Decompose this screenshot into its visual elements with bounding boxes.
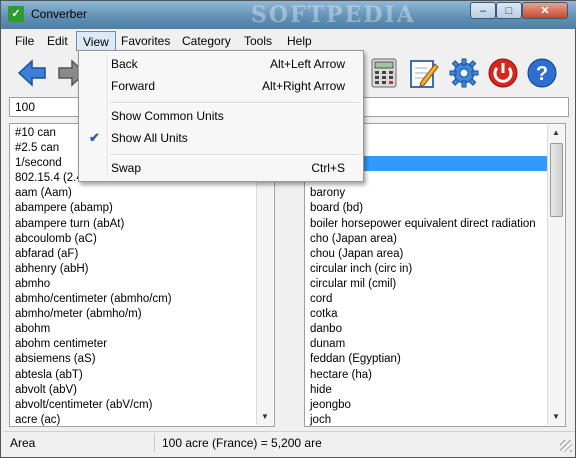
list-item[interactable]: chou (Japan area) xyxy=(307,247,552,262)
list-item[interactable]: aam (Aam) xyxy=(12,186,257,201)
list-item[interactable]: cord xyxy=(307,292,552,307)
scroll-up-icon[interactable]: ▲ xyxy=(548,125,564,141)
menu-item-shortcut: Alt+Right Arrow xyxy=(261,79,345,93)
list-item[interactable]: abtesla (abT) xyxy=(12,368,257,383)
list-item[interactable]: abmho/centimeter (abmho/cm) xyxy=(12,292,257,307)
menu-separator xyxy=(111,154,359,156)
menu-item-swap[interactable]: Swap Ctrl+S xyxy=(81,157,361,179)
status-result: 100 acre (France) = 5,200 are xyxy=(162,436,322,450)
list-item[interactable]: absiemens (aS) xyxy=(12,352,257,367)
resize-grip[interactable] xyxy=(560,440,572,452)
list-item[interactable]: abohm xyxy=(12,322,257,337)
menu-help[interactable]: Help xyxy=(281,31,318,51)
watermark: SOFTPEDIA xyxy=(251,2,416,28)
list-item[interactable]: abampere (abamp) xyxy=(12,201,257,216)
app-window: ✓ Converber SOFTPEDIA – □ ✕ File Edit Vi… xyxy=(0,0,576,458)
list-item[interactable]: cho (Japan area) xyxy=(307,232,552,247)
minimize-button[interactable]: – xyxy=(470,2,496,19)
list-item[interactable]: cotka xyxy=(307,307,552,322)
menu-file[interactable]: File xyxy=(9,31,40,51)
scroll-down-icon[interactable]: ▼ xyxy=(548,409,564,425)
notepad-pencil-icon[interactable] xyxy=(407,56,441,90)
menu-item-show-all-units[interactable]: ✔ Show All Units xyxy=(81,127,361,149)
gear-icon[interactable] xyxy=(447,56,481,90)
title-bar[interactable]: ✓ Converber SOFTPEDIA – □ ✕ xyxy=(1,1,576,29)
menu-view[interactable]: View xyxy=(76,31,116,51)
checkmark-icon: ✔ xyxy=(89,130,100,145)
scroll-thumb[interactable] xyxy=(550,143,563,217)
list-item[interactable]: circular mil (cmil) xyxy=(307,277,552,292)
svg-text:?: ? xyxy=(536,63,548,85)
menu-item-shortcut: Ctrl+S xyxy=(311,161,345,175)
menu-item-show-common-units[interactable]: Show Common Units xyxy=(81,105,361,127)
list-item[interactable]: abampere turn (abAt) xyxy=(12,217,257,232)
back-arrow-icon[interactable] xyxy=(15,56,49,90)
list-item[interactable]: barony xyxy=(307,186,552,201)
status-bar: Area 100 acre (France) = 5,200 are xyxy=(3,431,574,454)
list-item[interactable]: abmho/meter (abmho/m) xyxy=(12,307,257,322)
list-item[interactable]: danbo xyxy=(307,322,552,337)
list-item[interactable]: jeongbo xyxy=(307,398,552,413)
power-icon[interactable] xyxy=(486,56,520,90)
list-item[interactable]: circular inch (circ in) xyxy=(307,262,552,277)
list-item[interactable]: abmho xyxy=(12,277,257,292)
list-item[interactable]: abcoulomb (aC) xyxy=(12,232,257,247)
list-item[interactable]: feddan (Egyptian) xyxy=(307,352,552,367)
menu-item-label: Forward xyxy=(111,79,156,93)
menu-category[interactable]: Category xyxy=(176,31,237,51)
scroll-down-icon[interactable]: ▼ xyxy=(257,409,273,425)
window-title: Converber xyxy=(31,7,88,21)
list-item[interactable]: hectare (ha) xyxy=(307,368,552,383)
menu-item-label: Swap xyxy=(111,161,142,175)
menu-item-label: Show Common Units xyxy=(111,109,224,123)
menu-tools[interactable]: Tools xyxy=(238,31,278,51)
menu-item-shortcut: Alt+Left Arrow xyxy=(269,57,345,71)
list-item[interactable]: abvolt/centimeter (abV/cm) xyxy=(12,398,257,413)
menu-item-label: Back xyxy=(111,57,138,71)
menu-edit[interactable]: Edit xyxy=(41,31,74,51)
list-item[interactable]: hide xyxy=(307,383,552,398)
list-item[interactable]: abohm centimeter xyxy=(12,337,257,352)
list-item[interactable]: abfarad (aF) xyxy=(12,247,257,262)
list-item[interactable]: abhenry (abH) xyxy=(12,262,257,277)
help-icon[interactable]: ? xyxy=(525,56,559,90)
menu-item-label: Show All Units xyxy=(111,131,188,145)
view-menu-dropdown: Back Alt+Left Arrow Forward Alt+Right Ar… xyxy=(78,50,364,182)
menu-item-forward[interactable]: Forward Alt+Right Arrow xyxy=(81,75,361,97)
maximize-button[interactable]: □ xyxy=(496,2,522,19)
list-item[interactable]: joch xyxy=(307,413,552,426)
list-item[interactable]: dunam xyxy=(307,337,552,352)
list-item[interactable]: abvolt (abV) xyxy=(12,383,257,398)
menu-favorites[interactable]: Favorites xyxy=(115,31,176,51)
menu-separator xyxy=(111,102,359,104)
list-item[interactable]: boiler horsepower equivalent direct radi… xyxy=(307,217,552,232)
app-logo-icon: ✓ xyxy=(8,6,24,22)
status-category: Area xyxy=(5,434,155,452)
menu-item-back[interactable]: Back Alt+Left Arrow xyxy=(81,53,361,75)
close-button[interactable]: ✕ xyxy=(522,2,568,19)
list-item[interactable]: board (bd) xyxy=(307,201,552,216)
to-list-scrollbar[interactable]: ▲ ▼ xyxy=(547,125,564,425)
list-item[interactable]: acre (ac) xyxy=(12,413,257,426)
calculator-icon[interactable] xyxy=(367,56,401,90)
